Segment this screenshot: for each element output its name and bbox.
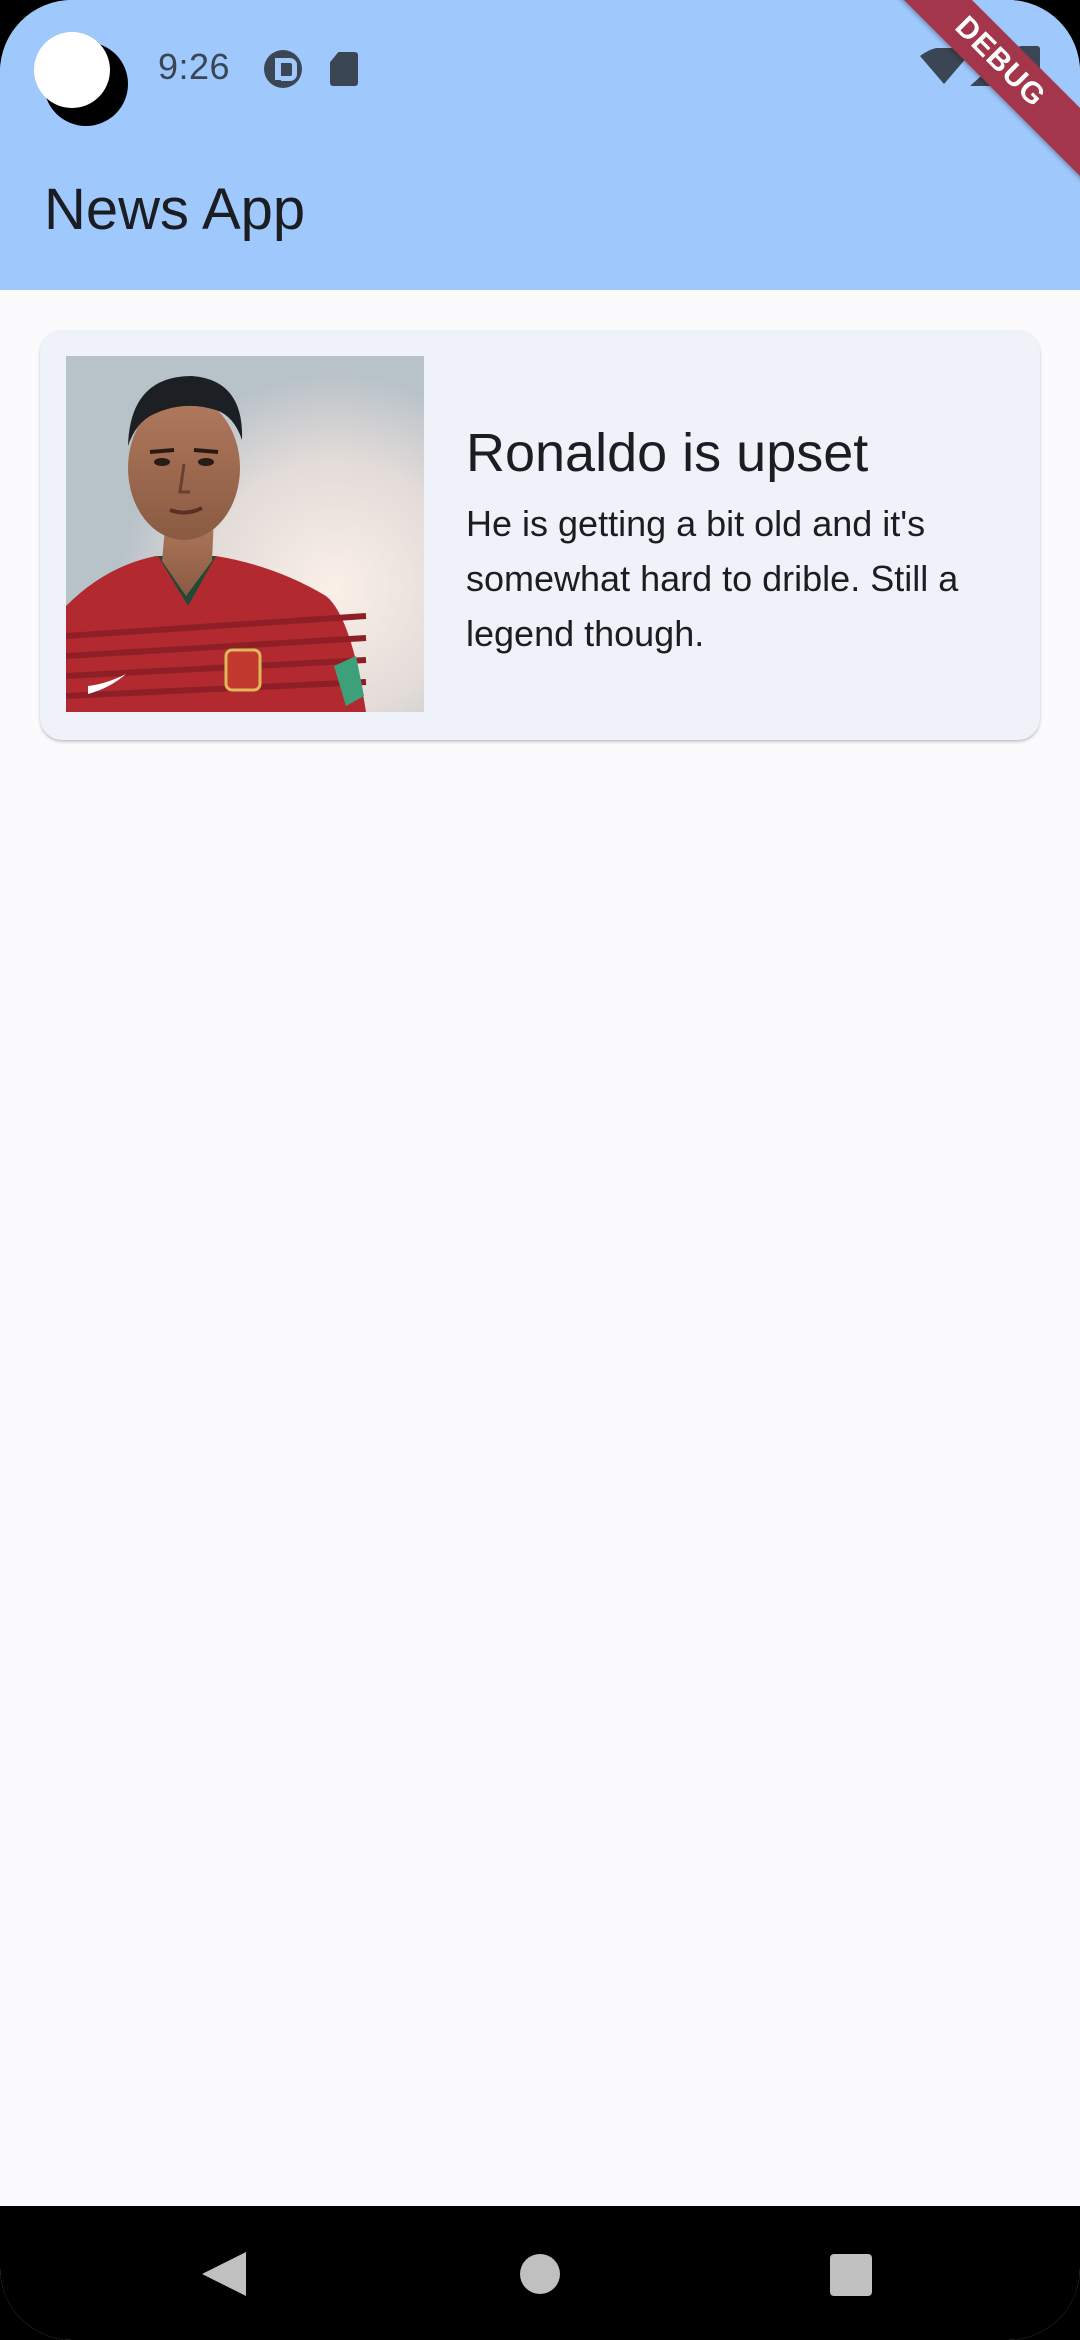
home-icon[interactable] [520,2254,560,2294]
news-title: Ronaldo is upset [466,423,869,483]
news-photo [66,356,424,712]
news-card[interactable]: Ronaldo is upset He is getting a bit old… [40,330,1040,740]
phone-screen: 9:26 DEBUG News App Ronaldo is upset He … [0,0,1080,2340]
recents-icon[interactable] [830,2254,872,2296]
camera-cutout [34,32,128,126]
back-icon[interactable] [202,2252,246,2296]
news-body: He is getting a bit old and it's somewha… [466,503,959,654]
ronaldo-portrait [66,356,424,712]
status-p-icon [264,50,302,88]
status-bar: 9:26 DEBUG [0,0,1080,186]
navigation-bar [0,2206,1080,2340]
sd-card-icon [330,52,358,86]
camera-lens [34,32,110,108]
app-header: 9:26 DEBUG News App [0,0,1080,290]
app-title: News App [44,177,306,242]
status-time: 9:26 [158,46,231,87]
